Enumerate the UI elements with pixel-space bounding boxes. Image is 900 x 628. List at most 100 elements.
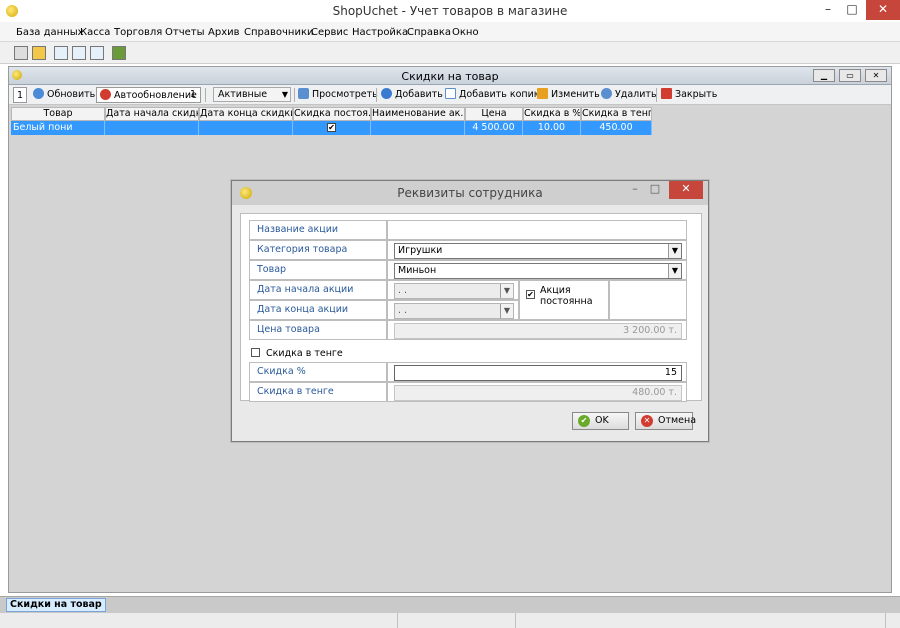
toolbar-separator (656, 88, 657, 102)
add-button[interactable]: Добавить (381, 87, 443, 103)
table-row-permanent[interactable]: ✔ (293, 121, 371, 135)
menu-window[interactable]: Окно (452, 27, 479, 38)
minimize-button[interactable]: – (818, 0, 838, 20)
window-new-icon[interactable] (54, 46, 68, 60)
table-row-end-date[interactable] (199, 121, 293, 135)
menu-cash[interactable]: Касса (80, 27, 110, 38)
status-bar (0, 612, 900, 628)
category-select[interactable]: Игрушки ▼ (394, 243, 682, 259)
chevron-down-icon: ▼ (668, 264, 681, 278)
autorefresh-button[interactable]: Автообновление (96, 87, 201, 103)
exit-icon[interactable] (112, 46, 126, 60)
main-title-bar: ShopUchet - Учет товаров в магазине – □ … (0, 0, 900, 22)
discount-tenge-field: 480.00 т. (387, 382, 687, 402)
menu-service[interactable]: Сервис (311, 27, 348, 38)
refresh-button[interactable]: Обновить (33, 87, 95, 103)
toolbar-separator (294, 88, 295, 102)
menu-help[interactable]: Справка (407, 27, 451, 38)
menu-settings[interactable]: Настройка (352, 27, 408, 38)
permanent-checkbox[interactable]: ✔ (526, 290, 535, 299)
column-header-permanent[interactable]: Скидка постоя... (293, 107, 371, 121)
menu-bar: База данных Касса Торговля Отчеты Архив … (0, 22, 900, 42)
close-window-button[interactable]: Закрыть (661, 87, 717, 103)
column-header-product[interactable]: Товар (11, 107, 105, 121)
table-row-start-date[interactable] (105, 121, 199, 135)
dialog-maximize-button[interactable]: □ (648, 181, 662, 199)
column-header-end-date[interactable]: Дата конца скидки (199, 107, 293, 121)
start-date-picker[interactable]: . . ▼ (394, 283, 514, 299)
ok-button[interactable]: ✔ OK (572, 412, 629, 430)
toolbar-separator (205, 88, 206, 102)
pencil-icon (537, 88, 548, 99)
child-minimize-button[interactable]: ▁ (813, 69, 835, 82)
maximize-button[interactable]: □ (842, 0, 862, 20)
table-row-promo-name[interactable] (371, 121, 465, 135)
column-header-promo-name[interactable]: Наименование ак... (371, 107, 465, 121)
child-close-button[interactable]: ✕ (865, 69, 887, 82)
discount-tenge-toggle[interactable]: Скидка в тенге (251, 348, 343, 359)
end-date-label: Дата конца акции (249, 300, 387, 320)
menu-archive[interactable]: Архив (208, 27, 240, 38)
window-tab-discounts[interactable]: Скидки на товар (6, 598, 106, 612)
price-input[interactable]: 3 200.00 т. (394, 323, 682, 339)
copy-icon (445, 88, 456, 99)
chevron-down-icon: ▼ (281, 90, 288, 99)
discount-tenge-checkbox[interactable] (251, 348, 260, 357)
window-tile-icon[interactable] (90, 46, 104, 60)
chevron-down-icon: ▼ (500, 284, 513, 298)
add-copy-button[interactable]: Добавить копию (445, 87, 542, 103)
autorefresh-interval[interactable]: 1 (190, 87, 196, 103)
discount-pct-input[interactable]: 15 (394, 365, 682, 381)
window-tabs-bar: Скидки на товар (0, 596, 900, 612)
dialog-close-button[interactable]: ✕ (669, 181, 703, 199)
employee-details-dialog: Реквизиты сотрудника – □ ✕ Название акци… (231, 180, 709, 442)
category-label: Категория товара (249, 240, 387, 260)
dialog-form: Название акции Категория товара Игрушки ▼… (240, 213, 702, 402)
page-count-field[interactable]: 1 (13, 87, 28, 103)
price-label: Цена товара (249, 320, 387, 340)
table-row-discount-tenge[interactable]: 450.00 (581, 121, 652, 135)
promo-name-label: Название акции (249, 220, 387, 240)
permanent-label: Акция постоянна (540, 285, 593, 307)
edit-button[interactable]: Изменить (537, 87, 600, 103)
cancel-button[interactable]: ✕ Отмена (635, 412, 696, 430)
column-header-start-date[interactable]: Дата начала скидки (105, 107, 199, 121)
discount-tenge-input[interactable]: 480.00 т. (394, 385, 682, 401)
category-field: Игрушки ▼ (387, 240, 687, 260)
product-label: Товар (249, 260, 387, 280)
menu-references[interactable]: Справочники (244, 27, 314, 38)
discount-tenge-label: Скидка в тенге (249, 382, 387, 402)
discount-pct-label: Скидка % (249, 362, 387, 382)
autorefresh-icon (100, 89, 111, 100)
start-date-label: Дата начала акции (249, 280, 387, 300)
lock-icon[interactable] (14, 46, 28, 60)
menu-reports[interactable]: Отчеты (165, 27, 204, 38)
table-row-product[interactable]: Белый пони (11, 121, 105, 135)
start-date-field: . . ▼ (387, 280, 519, 300)
view-icon (298, 88, 309, 99)
menu-trade[interactable]: Торговля (114, 27, 162, 38)
child-restore-button[interactable]: ▭ (839, 69, 861, 82)
column-header-price[interactable]: Цена (465, 107, 523, 121)
unlock-icon[interactable] (32, 46, 46, 60)
table-row-price[interactable]: 4 500.00 (465, 121, 523, 135)
menu-database[interactable]: База данных (16, 27, 84, 38)
delete-button[interactable]: Удалить (601, 87, 657, 103)
discount-pct-field: 15 (387, 362, 687, 382)
close-button[interactable]: ✕ (866, 0, 900, 20)
table-row-discount-pct[interactable]: 10.00 (523, 121, 581, 135)
product-select[interactable]: Миньон ▼ (394, 263, 682, 279)
end-date-picker[interactable]: . . ▼ (394, 303, 514, 319)
dialog-title-bar: Реквизиты сотрудника – □ ✕ (232, 181, 708, 205)
refresh-icon (33, 88, 44, 99)
column-header-discount-pct[interactable]: Скидка в % (523, 107, 581, 121)
view-button[interactable]: Просмотреть (298, 87, 378, 103)
app-title: ShopUchet - Учет товаров в магазине (332, 4, 568, 18)
dialog-minimize-button[interactable]: – (628, 181, 642, 199)
permanent-checkbox[interactable]: ✔ (327, 123, 336, 132)
filter-select[interactable]: Активные ▼ (213, 87, 291, 102)
child-window-title: Скидки на товар (401, 70, 499, 83)
column-header-discount-tenge[interactable]: Скидка в тенге (581, 107, 652, 121)
status-pane (398, 613, 516, 628)
window-icon[interactable] (72, 46, 86, 60)
